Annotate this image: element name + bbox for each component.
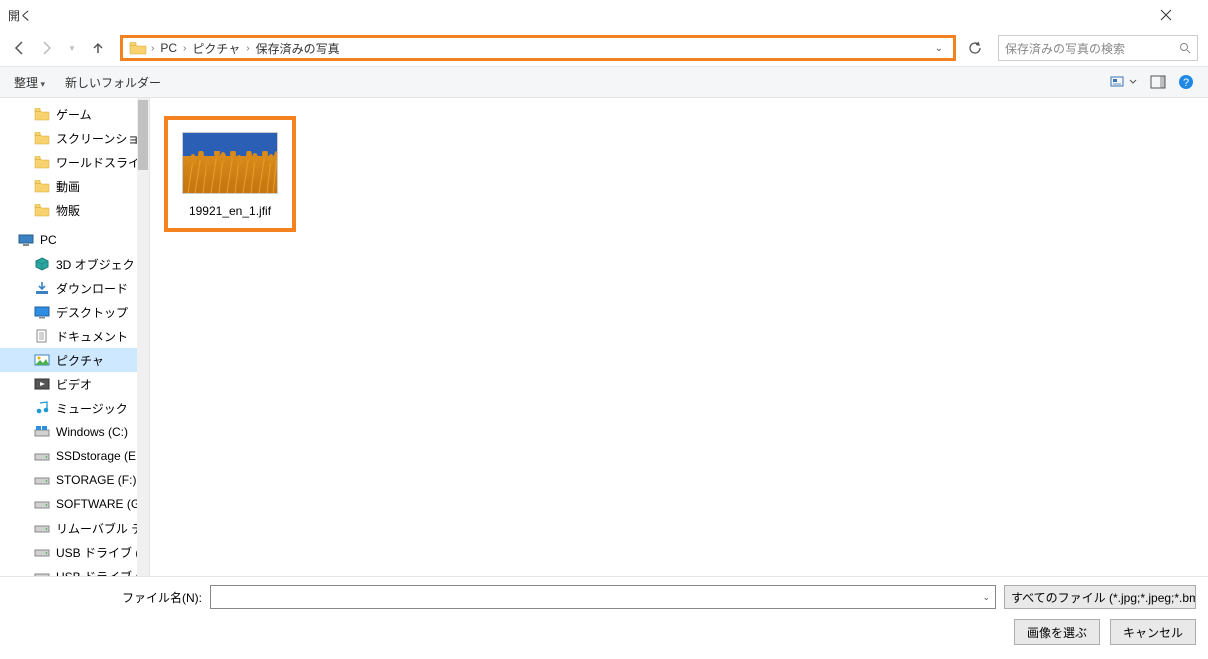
breadcrumb-item[interactable]: ピクチャ	[190, 40, 242, 57]
tree-item-label: Windows (C:)	[56, 425, 128, 439]
svg-text:?: ?	[1183, 77, 1189, 89]
filename-input[interactable]	[210, 585, 996, 609]
tree-item[interactable]: USB ドライブ (I:)	[0, 540, 149, 564]
breadcrumb-item[interactable]: 保存済みの写真	[254, 40, 342, 57]
file-list[interactable]: 19921_en_1.jfif	[150, 98, 1208, 576]
chevron-right-icon: ›	[151, 43, 154, 54]
folder-tree[interactable]: ゲームスクリーンショットワールドスライド動画物販 PC 3D オブジェクトダウンロー…	[0, 98, 150, 576]
tree-item-label: SSDstorage (E:)	[56, 449, 143, 463]
tree-item-label: ゲーム	[56, 106, 92, 123]
help-button[interactable]: ?	[1178, 74, 1194, 90]
tree-item[interactable]: SSDstorage (E:)	[0, 444, 149, 468]
file-thumbnail	[182, 132, 278, 194]
tree-item[interactable]: ドキュメント	[0, 324, 149, 348]
tree-item[interactable]: ダウンロード	[0, 276, 149, 300]
tree-item-label: ビデオ	[56, 376, 92, 393]
tree-item-label: リムーバブル ディスク	[56, 520, 149, 537]
up-button[interactable]	[88, 38, 108, 58]
chevron-down-icon[interactable]: ⌄	[982, 592, 990, 603]
breadcrumb-item[interactable]: PC	[158, 41, 179, 55]
tree-item-label: 動画	[56, 178, 80, 195]
tree-item-label: スクリーンショット	[56, 130, 149, 147]
tree-item-label: デスクトップ	[56, 304, 128, 321]
tree-item-label: USB ドライブ (I:)	[56, 544, 149, 561]
tree-item[interactable]: 動画	[0, 174, 149, 198]
tree-item[interactable]: ビデオ	[0, 372, 149, 396]
tree-item[interactable]: Windows (C:)	[0, 420, 149, 444]
tree-item[interactable]: 物販	[0, 198, 149, 222]
close-button[interactable]	[1160, 9, 1200, 21]
tree-item-label: ダウンロード	[56, 280, 128, 297]
file-name: 19921_en_1.jfif	[189, 204, 271, 218]
view-options-button[interactable]	[1110, 74, 1138, 90]
organize-menu[interactable]: 整理	[14, 74, 45, 91]
chevron-down-icon[interactable]: ⌄	[931, 43, 947, 54]
open-button[interactable]: 画像を選ぶ	[1014, 619, 1100, 645]
chevron-right-icon: ›	[246, 43, 249, 54]
folder-icon	[129, 41, 147, 55]
chevron-right-icon: ›	[183, 43, 186, 54]
tree-item[interactable]: SOFTWARE (G:)	[0, 492, 149, 516]
tree-item-label: 物販	[56, 202, 80, 219]
tree-item-label: ピクチャ	[56, 352, 104, 369]
search-placeholder: 保存済みの写真の検索	[1005, 40, 1125, 57]
tree-item[interactable]: ミュージック	[0, 396, 149, 420]
filename-label: ファイル名(N):	[122, 589, 202, 606]
refresh-button[interactable]	[968, 41, 992, 55]
tree-item[interactable]: 3D オブジェクト	[0, 252, 149, 276]
tree-item[interactable]: STORAGE (F:)	[0, 468, 149, 492]
breadcrumb[interactable]: › PC › ピクチャ › 保存済みの写真 ⌄	[120, 35, 956, 61]
file-item[interactable]: 19921_en_1.jfif	[164, 116, 296, 232]
tree-item-label: USB ドライブ (I:)	[56, 568, 149, 577]
recent-locations-button[interactable]: ▾	[62, 38, 82, 58]
cancel-button[interactable]: キャンセル	[1110, 619, 1196, 645]
tree-item[interactable]: PC	[0, 228, 149, 252]
tree-item-label: STORAGE (F:)	[56, 473, 136, 487]
tree-item-label: SOFTWARE (G:)	[56, 497, 148, 511]
preview-pane-button[interactable]	[1150, 75, 1166, 89]
tree-item-label: PC	[40, 233, 57, 247]
tree-item[interactable]: ゲーム	[0, 102, 149, 126]
tree-item-label: ワールドスライド	[56, 154, 149, 171]
tree-item[interactable]: スクリーンショット	[0, 126, 149, 150]
tree-item[interactable]: リムーバブル ディスク	[0, 516, 149, 540]
sidebar-scrollbar[interactable]	[137, 98, 149, 576]
tree-item[interactable]: USB ドライブ (I:)	[0, 564, 149, 576]
search-input[interactable]: 保存済みの写真の検索	[998, 35, 1198, 61]
filetype-select[interactable]: すべてのファイル (*.jpg;*.jpeg;*.bmp ⌄	[1004, 585, 1196, 609]
tree-item[interactable]: デスクトップ	[0, 300, 149, 324]
new-folder-button[interactable]: 新しいフォルダー	[65, 74, 161, 91]
tree-item-label: ドキュメント	[56, 328, 128, 345]
search-icon	[1179, 42, 1191, 54]
tree-item[interactable]: ピクチャ	[0, 348, 149, 372]
filetype-value: すべてのファイル (*.jpg;*.jpeg;*.bmp	[1011, 589, 1196, 606]
window-title: 開く	[8, 7, 1160, 24]
back-button[interactable]	[10, 38, 30, 58]
tree-item-label: ミュージック	[56, 400, 128, 417]
tree-item[interactable]: ワールドスライド	[0, 150, 149, 174]
tree-item-label: 3D オブジェクト	[56, 256, 147, 273]
forward-button[interactable]	[36, 38, 56, 58]
